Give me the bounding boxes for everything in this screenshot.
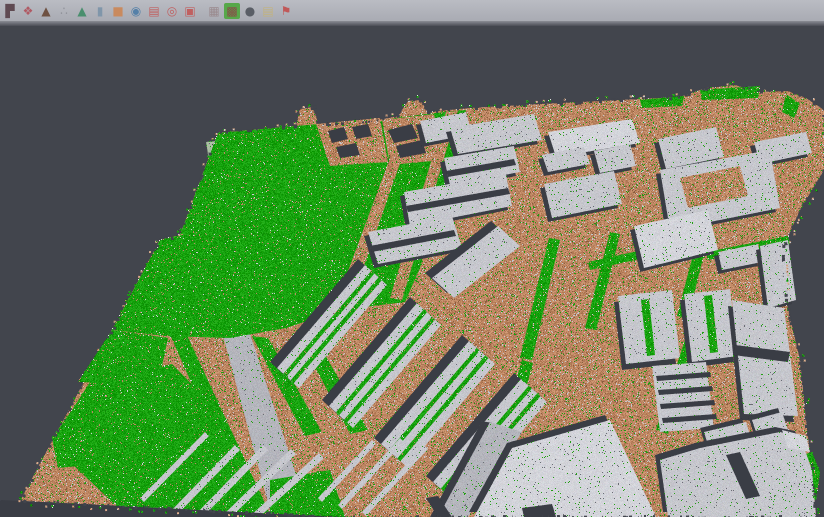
green-hill-icon[interactable]: ▲	[74, 3, 90, 19]
striped-layers-icon[interactable]: ▤	[146, 3, 162, 19]
red-flag-icon[interactable]: ⚑	[278, 3, 294, 19]
extent-box-icon[interactable]: ▣	[182, 3, 198, 19]
dark-blocks-icon[interactable]: ▛	[2, 3, 18, 19]
circle-target-icon[interactable]: ◎	[164, 3, 180, 19]
checker-tile-icon[interactable]: ▦	[206, 3, 222, 19]
application-window: ▛❖▲∴▲▮■◉▤◎▣▦▩●▤⚑	[0, 0, 824, 517]
classification-map-icon[interactable]: ▩	[224, 3, 240, 19]
scatter-points-icon[interactable]: ❖	[20, 3, 36, 19]
toolbar: ▛❖▲∴▲▮■◉▤◎▣▦▩●▤⚑	[0, 0, 824, 21]
orange-tile-icon[interactable]: ■	[110, 3, 126, 19]
point-cloud-canvas[interactable]	[0, 26, 824, 517]
globe-icon[interactable]: ◉	[128, 3, 144, 19]
terrain-mound-icon[interactable]: ▲	[38, 3, 54, 19]
tan-layers-icon[interactable]: ▤	[260, 3, 276, 19]
sparse-points-icon[interactable]: ∴	[56, 3, 72, 19]
sphere-icon[interactable]: ●	[242, 3, 258, 19]
3d-viewport[interactable]	[0, 26, 824, 517]
vertical-panel-icon[interactable]: ▮	[92, 3, 108, 19]
